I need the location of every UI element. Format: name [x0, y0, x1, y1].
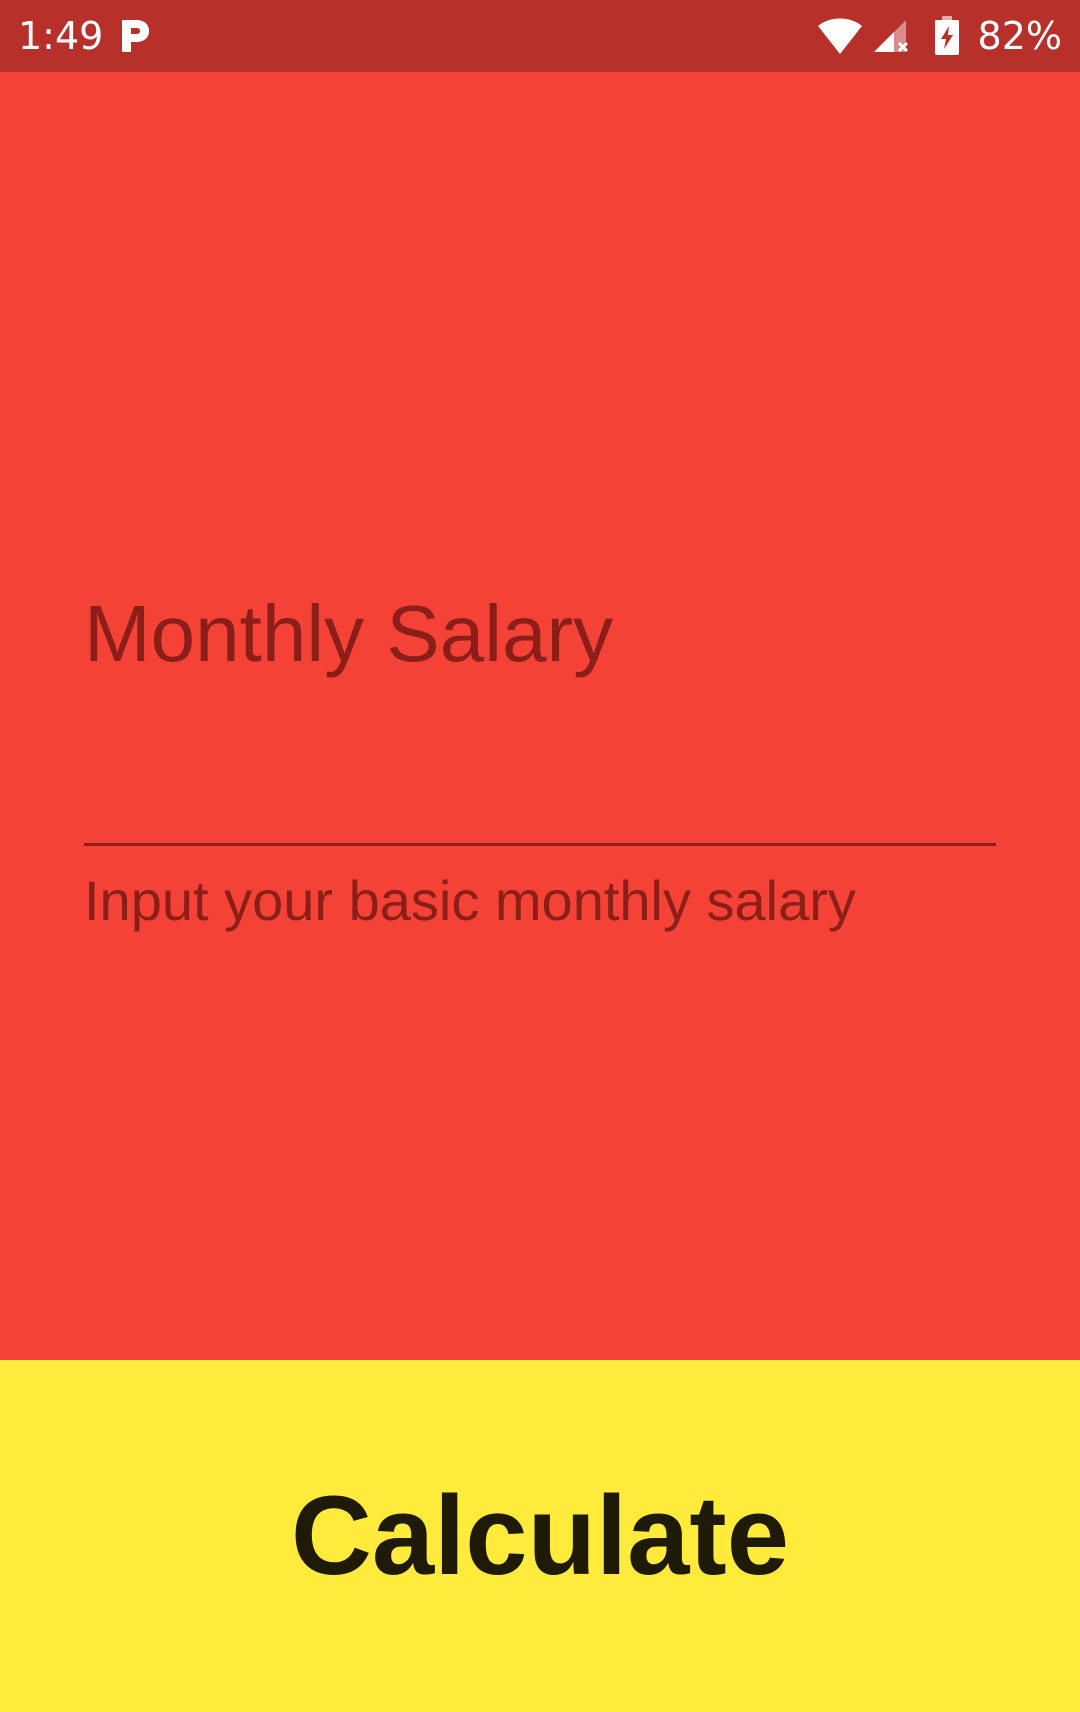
- battery-charging-icon: [934, 16, 960, 56]
- p-app-icon: [118, 16, 152, 56]
- status-bar: 1:49 82%: [0, 0, 1080, 72]
- salary-field-label: Monthly Salary: [84, 589, 614, 678]
- wifi-icon: [816, 16, 864, 56]
- signal-no-data-icon: [872, 16, 912, 56]
- salary-helper-text: Input your basic monthly salary: [84, 869, 856, 932]
- status-time: 1:49: [18, 14, 104, 58]
- salary-form: Monthly Salary Input your basic monthly …: [0, 72, 1080, 1360]
- status-icons: 82%: [816, 0, 1062, 72]
- salary-input[interactable]: [84, 772, 996, 846]
- battery-percent: 82%: [977, 14, 1062, 58]
- calculate-button-label: Calculate: [291, 1473, 789, 1598]
- calculate-button[interactable]: Calculate: [0, 1360, 1080, 1712]
- app-screen: 1:49 82% Monthly Salary Input your basic…: [0, 0, 1080, 1712]
